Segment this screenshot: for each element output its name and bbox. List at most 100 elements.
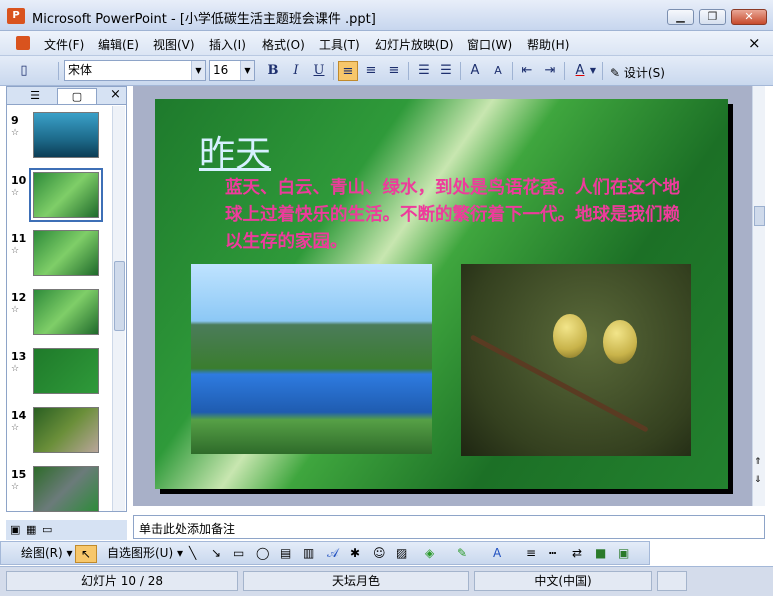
font-name-select[interactable]: 宋体 ▼ xyxy=(64,60,206,81)
new-document-icon[interactable]: ▯ xyxy=(14,61,34,81)
normal-view-icon[interactable]: ▣ xyxy=(10,523,20,536)
font-size-select[interactable]: 16 ▼ xyxy=(209,60,255,81)
slide-thumbnail-10[interactable]: 10 ☆ xyxy=(11,168,107,222)
next-slide-icon[interactable]: ⇓ xyxy=(754,474,762,487)
rectangle-icon[interactable]: ▭ xyxy=(233,545,244,561)
notes-pane[interactable]: 单击此处添加备注 xyxy=(133,515,765,539)
menu-slideshow[interactable]: 幻灯片放映(D) xyxy=(375,36,454,53)
numbering-icon[interactable]: ☰ xyxy=(414,61,434,81)
menu-format[interactable]: 格式(O) xyxy=(262,36,305,53)
decrease-font-icon[interactable]: A xyxy=(488,61,508,81)
menu-tools[interactable]: 工具(T) xyxy=(319,36,360,53)
dash-style-icon[interactable]: ┅ xyxy=(549,545,556,561)
3d-style-icon[interactable]: ▣ xyxy=(618,545,629,561)
menu-view[interactable]: 视图(V) xyxy=(153,36,195,53)
close-document-button[interactable]: × xyxy=(748,34,761,52)
design-button[interactable]: ✎ 设计(S) xyxy=(610,64,665,81)
toolbar-separator xyxy=(460,62,461,80)
notes-placeholder: 单击此处添加备注 xyxy=(139,522,236,536)
slide-canvas[interactable]: 昨天 蓝天、白云、青山、绿水，到处是鸟语花香。人们在这个地球上过着快乐的生活。不… xyxy=(155,99,728,489)
textbox-icon[interactable]: ▤ xyxy=(280,545,291,561)
slide-thumbnail-13[interactable]: 13 ☆ xyxy=(11,348,107,398)
slide-thumbnail-9[interactable]: 9 ☆ xyxy=(11,112,107,162)
font-color-icon[interactable]: A xyxy=(493,545,501,561)
chevron-down-icon[interactable]: ▼ xyxy=(588,61,598,81)
chevron-down-icon[interactable]: ▼ xyxy=(240,61,254,80)
slide-indicator: 幻灯片 10 / 28 xyxy=(6,571,238,591)
menu-edit[interactable]: 编辑(E) xyxy=(98,36,139,53)
animation-star-icon: ☆ xyxy=(11,423,20,433)
bird-left xyxy=(553,314,587,358)
arrow-style-icon[interactable]: ⇄ xyxy=(572,545,582,561)
thumbnail-image xyxy=(33,466,99,512)
previous-slide-icon[interactable]: ⇑ xyxy=(754,456,762,469)
vertical-textbox-icon[interactable]: ▥ xyxy=(303,545,314,561)
oval-icon[interactable]: ◯ xyxy=(256,545,269,561)
slides-tab[interactable]: ▢ xyxy=(57,88,97,104)
increase-font-icon[interactable]: A xyxy=(465,61,485,81)
slide-sorter-icon[interactable]: ▦ xyxy=(26,523,36,536)
lake-mountain-picture[interactable] xyxy=(191,264,432,454)
draw-menu-button[interactable]: 绘图(R) ▾ xyxy=(21,545,73,561)
thumbnail-number: 12 xyxy=(11,291,27,304)
slideshow-icon[interactable]: ▭ xyxy=(42,523,52,536)
slide-title[interactable]: 昨天 xyxy=(199,125,271,177)
wordart-icon[interactable]: 𝒜 xyxy=(327,545,338,561)
picture-icon[interactable]: ▨ xyxy=(396,545,407,561)
scrollbar-thumb[interactable] xyxy=(754,206,765,226)
italic-button[interactable]: I xyxy=(286,61,306,81)
bold-button[interactable]: B xyxy=(263,61,283,81)
slide-body-text[interactable]: 蓝天、白云、青山、绿水，到处是鸟语花香。人们在这个地球上过着快乐的生活。不断的繁… xyxy=(225,175,695,256)
thumbnail-scrollbar[interactable] xyxy=(112,106,125,511)
line-color-icon[interactable]: ✎ xyxy=(457,545,467,561)
align-center-button[interactable]: ≡ xyxy=(361,61,381,81)
birds-on-branch-picture[interactable] xyxy=(461,264,691,456)
document-icon[interactable] xyxy=(16,36,30,50)
select-objects-icon[interactable]: ↖ xyxy=(75,545,97,563)
powerpoint-app-icon[interactable]: P xyxy=(7,8,25,24)
increase-indent-icon[interactable]: ⇥ xyxy=(540,61,560,81)
slides-icon: ▢ xyxy=(71,90,83,103)
restore-button[interactable]: ❐ xyxy=(699,9,726,25)
bullets-icon[interactable]: ☰ xyxy=(436,61,456,81)
status-empty-panel xyxy=(657,571,687,591)
underline-button[interactable]: U xyxy=(309,61,329,81)
diagram-icon[interactable]: ✱ xyxy=(350,545,360,561)
menu-help[interactable]: 帮助(H) xyxy=(527,36,569,53)
minimize-button[interactable]: ▁ xyxy=(667,9,694,25)
animation-star-icon: ☆ xyxy=(11,246,20,256)
fill-color-icon[interactable]: ◈ xyxy=(425,545,434,561)
window-title: Microsoft PowerPoint - [小学低碳生活主题班会课件 .pp… xyxy=(32,12,376,27)
menu-file[interactable]: 文件(F) xyxy=(44,36,84,53)
animation-star-icon: ☆ xyxy=(11,305,20,315)
formatting-toolbar: ▯ 宋体 ▼ 16 ▼ B I U ≡ ≡ ≡ ☰ ☰ A A ⇤ ⇥ A ▼ … xyxy=(0,56,773,86)
shadow-icon[interactable]: ■ xyxy=(595,545,606,561)
menu-insert[interactable]: 插入(I) xyxy=(209,36,246,53)
autoshapes-button[interactable]: 自选图形(U) ▾ xyxy=(107,545,183,561)
thumbnail-number: 10 xyxy=(11,174,27,187)
menu-window[interactable]: 窗口(W) xyxy=(467,36,512,53)
arrow-icon[interactable]: ↘ xyxy=(211,545,221,561)
chevron-down-icon[interactable]: ▼ xyxy=(191,61,205,80)
outline-tab[interactable]: ☰ xyxy=(15,88,55,104)
close-button[interactable]: ✕ xyxy=(731,9,767,25)
toolbar-separator xyxy=(602,62,603,80)
font-color-button[interactable]: A xyxy=(570,61,590,81)
slide-thumbnail-14[interactable]: 14 ☆ xyxy=(11,407,107,457)
slide-thumbnail-12[interactable]: 12 ☆ xyxy=(11,289,107,339)
align-left-button[interactable]: ≡ xyxy=(338,61,358,81)
decrease-indent-icon[interactable]: ⇤ xyxy=(517,61,537,81)
slide-scrollbar[interactable]: ⇑ ⇓ xyxy=(752,86,765,506)
draw-menu-label: 绘图(R) xyxy=(21,546,63,560)
line-icon[interactable]: ╲ xyxy=(189,545,196,561)
clipart-icon[interactable]: ☺ xyxy=(373,545,386,561)
slide-thumbnail-11[interactable]: 11 ☆ xyxy=(11,230,107,280)
line-style-icon[interactable]: ≡ xyxy=(526,545,536,561)
align-right-button[interactable]: ≡ xyxy=(384,61,404,81)
scrollbar-thumb[interactable] xyxy=(114,261,125,331)
thumbnail-image xyxy=(33,112,99,158)
thumbnail-number: 15 xyxy=(11,468,27,481)
close-panel-button[interactable]: × xyxy=(110,87,121,102)
panel-tabs: ☰ ▢ × xyxy=(7,87,126,105)
slide-thumbnail-15[interactable]: 15 ☆ xyxy=(11,466,107,516)
